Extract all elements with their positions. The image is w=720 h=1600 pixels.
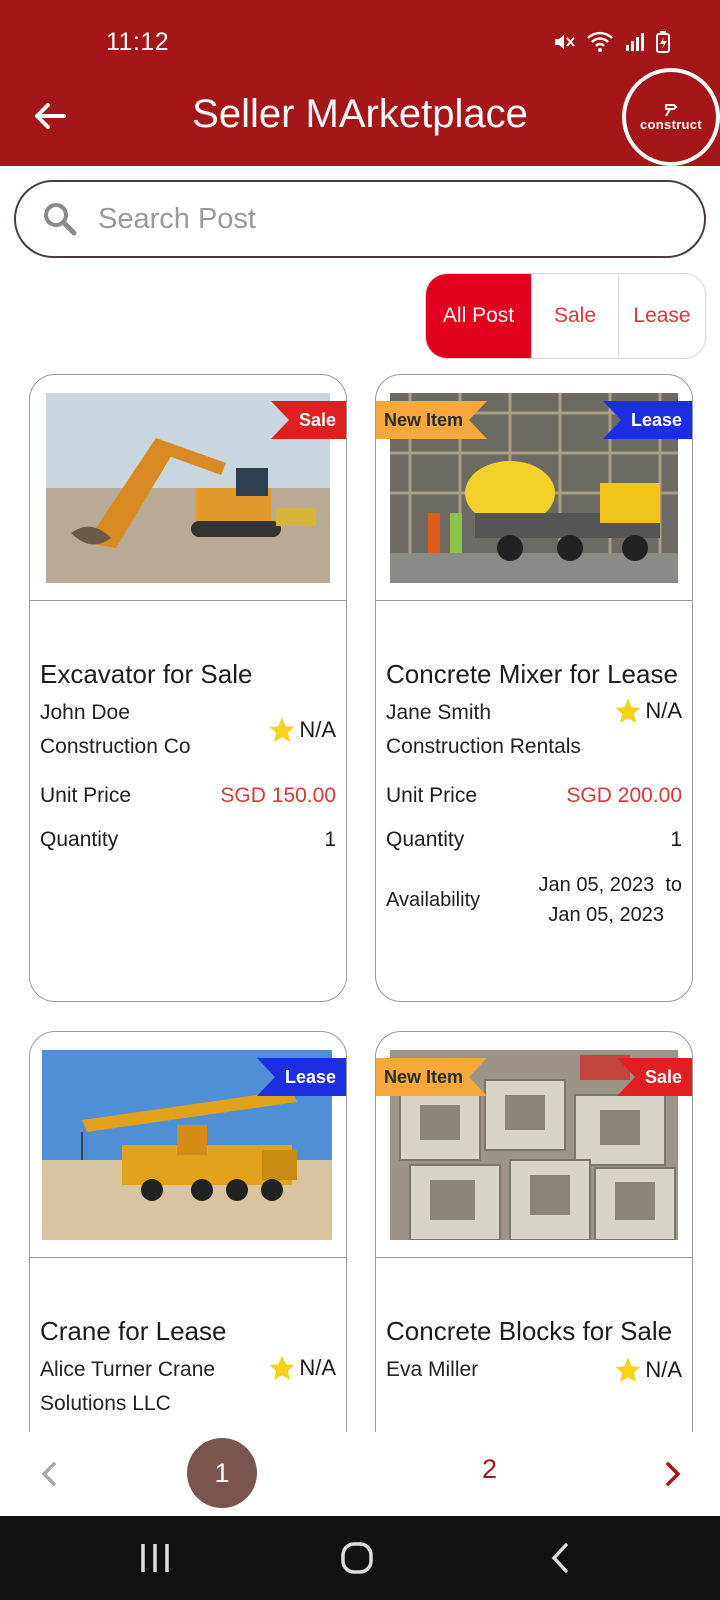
listing-info: Excavator for Sale John Doe Construction… bbox=[40, 655, 336, 852]
listing-title: Concrete Blocks for Sale bbox=[386, 1316, 673, 1346]
logo-text: construct bbox=[640, 116, 702, 132]
recent-apps-icon[interactable] bbox=[138, 1542, 172, 1574]
filter-all-post[interactable]: All Post bbox=[426, 274, 531, 358]
rating-value: N/A bbox=[299, 717, 336, 742]
listing-image-area: Sale bbox=[30, 375, 346, 601]
page-title: Seller MArketplace bbox=[192, 92, 528, 136]
search-input[interactable] bbox=[98, 202, 638, 236]
seller-row: Jane Smith Construction Rentals N/A bbox=[386, 696, 682, 764]
star-icon bbox=[615, 698, 641, 723]
search-icon bbox=[44, 203, 77, 236]
page-1-button[interactable]: 1 bbox=[187, 1438, 257, 1508]
availability-dates: Jan 05, 2023 to Jan 05, 2023 bbox=[539, 870, 682, 930]
filter-sale[interactable]: Sale bbox=[531, 274, 618, 358]
chevron-left-icon[interactable] bbox=[38, 1458, 60, 1490]
listing-card-excavator[interactable]: Sale Excavator for Sale John Doe Constru… bbox=[29, 374, 347, 1002]
system-nav-bar bbox=[0, 1516, 720, 1600]
listing-grid: Sale Excavator for Sale John Doe Constru… bbox=[0, 374, 720, 1432]
seller-name: Eva Miller bbox=[386, 1358, 479, 1381]
rating: N/A bbox=[613, 1353, 682, 1387]
quantity-label: Quantity bbox=[386, 828, 465, 851]
rating-value: N/A bbox=[299, 1355, 336, 1380]
home-icon[interactable] bbox=[340, 1542, 374, 1574]
page-2-button[interactable]: 2 bbox=[482, 1454, 497, 1485]
quantity-value: 1 bbox=[324, 828, 336, 851]
pagination: 1 2 bbox=[0, 1432, 720, 1516]
listing-title: Crane for Lease bbox=[40, 1316, 227, 1346]
star-icon bbox=[269, 1355, 295, 1380]
listing-image-area: Lease bbox=[30, 1032, 346, 1258]
chevron-right-icon[interactable] bbox=[662, 1458, 684, 1490]
battery-icon bbox=[656, 31, 670, 53]
availability-label: Availability bbox=[386, 888, 481, 911]
listing-card-concrete-blocks[interactable]: New Item Sale Concrete Blocks for Sale E… bbox=[375, 1031, 693, 1432]
unit-price-label: Unit Price bbox=[386, 784, 478, 807]
unit-price-value: SGD 150.00 bbox=[220, 784, 336, 807]
company-logo: construct bbox=[622, 68, 720, 166]
quantity-row: Quantity 1 bbox=[40, 828, 336, 852]
quantity-label: Quantity bbox=[40, 828, 119, 851]
rating-value: N/A bbox=[645, 1357, 682, 1382]
seller-name: John Doe Construction Co bbox=[40, 701, 191, 758]
back-icon[interactable] bbox=[548, 1542, 572, 1574]
listing-card-crane[interactable]: Lease Crane for Lease Alice Turner Crane… bbox=[29, 1031, 347, 1432]
rating: N/A bbox=[267, 696, 336, 764]
mute-icon bbox=[555, 35, 575, 49]
filter-segmented-control: All Post Sale Lease bbox=[425, 273, 706, 359]
seller-row: Alice Turner Crane Solutions LLC N/A bbox=[40, 1353, 336, 1421]
unit-price-label: Unit Price bbox=[40, 784, 132, 807]
star-icon bbox=[615, 1357, 641, 1382]
listing-image-area: New Item Sale bbox=[376, 1032, 692, 1258]
availability-to: Jan 05, 2023 bbox=[548, 904, 664, 926]
availability-row: Availability Jan 05, 2023 to Jan 05, 202… bbox=[386, 870, 682, 930]
hammer-icon bbox=[665, 103, 678, 116]
listing-title: Concrete Mixer for Lease bbox=[386, 659, 678, 689]
star-icon bbox=[269, 717, 295, 742]
excavator-photo bbox=[46, 393, 330, 583]
listing-info: Crane for Lease Alice Turner Crane Solut… bbox=[40, 1312, 336, 1421]
rating: N/A bbox=[613, 696, 682, 726]
listing-title: Excavator for Sale bbox=[40, 659, 253, 689]
rating-value: N/A bbox=[645, 698, 682, 723]
unit-price-row: Unit Price SGD 200.00 bbox=[386, 784, 682, 808]
listing-image-area: New Item Lease bbox=[376, 375, 692, 601]
status-time: 11:12 bbox=[106, 28, 170, 56]
seller-row: Eva Miller N/A bbox=[386, 1353, 682, 1387]
listing-card-concrete-mixer[interactable]: New Item Lease Concrete Mixer for Lease … bbox=[375, 374, 693, 1002]
quantity-value: 1 bbox=[670, 828, 682, 851]
seller-name: Alice Turner Crane Solutions LLC bbox=[40, 1358, 216, 1415]
unit-price-row: Unit Price SGD 150.00 bbox=[40, 784, 336, 808]
wifi-icon bbox=[587, 31, 613, 52]
availability-from: Jan 05, 2023 to bbox=[538, 874, 682, 896]
signal-icon bbox=[626, 33, 644, 51]
rating: N/A bbox=[267, 1353, 336, 1383]
listing-info: Concrete Mixer for Lease Jane Smith Cons… bbox=[386, 655, 682, 930]
seller-row: John Doe Construction Co N/A bbox=[40, 696, 336, 764]
unit-price-value: SGD 200.00 bbox=[566, 784, 682, 807]
quantity-row: Quantity 1 bbox=[386, 828, 682, 852]
app-bar: 11:12 Seller MArketplace construct bbox=[0, 0, 720, 166]
search-bar[interactable] bbox=[14, 180, 706, 258]
status-icons bbox=[552, 30, 670, 54]
listing-info: Concrete Blocks for Sale Eva Miller N/A bbox=[386, 1312, 682, 1387]
seller-name: Jane Smith Construction Rentals bbox=[386, 701, 581, 758]
filter-lease[interactable]: Lease bbox=[618, 274, 705, 358]
